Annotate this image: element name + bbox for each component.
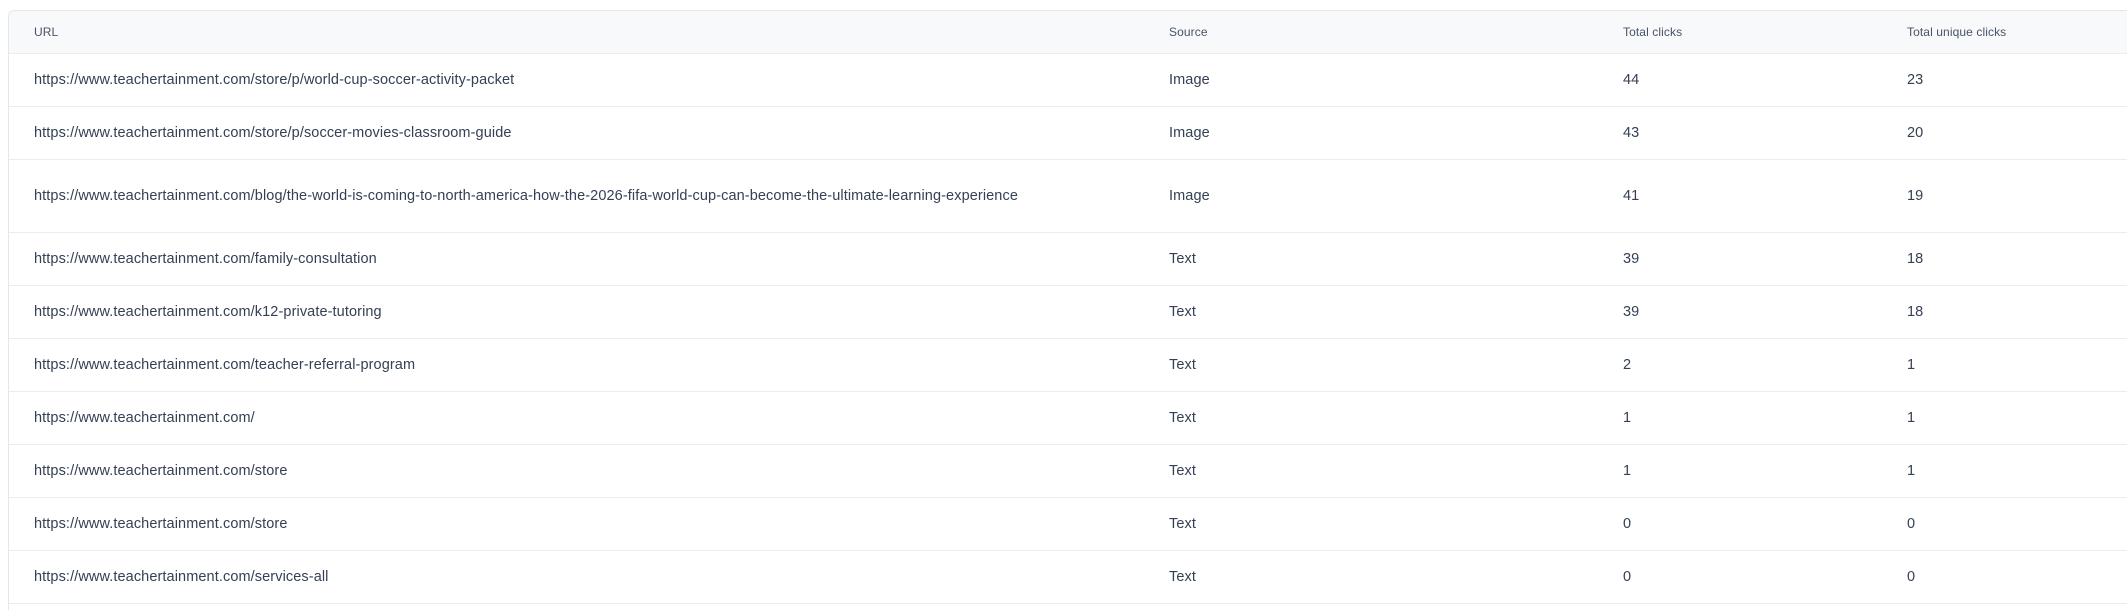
table-row: https://www.teachertainment.com/store Te… bbox=[9, 498, 2127, 551]
source-cell: Text bbox=[1169, 251, 1196, 267]
url-link[interactable]: https://www.teachertainment.com/blog/the… bbox=[34, 188, 1018, 204]
source-cell: Image bbox=[1169, 188, 1210, 204]
table-row: https://www.teachertainment.com/ Text 1 … bbox=[9, 392, 2127, 445]
table-row: https://www.teachertainment.com/family-c… bbox=[9, 233, 2127, 286]
url-link[interactable]: https://www.teachertainment.com/store bbox=[34, 463, 288, 479]
total-unique-clicks-cell: 0 bbox=[1907, 516, 1916, 532]
url-link[interactable]: https://www.teachertainment.com/teacher-… bbox=[34, 357, 415, 373]
source-cell: Image bbox=[1169, 72, 1210, 88]
total-clicks-cell: 0 bbox=[1623, 569, 1632, 585]
total-unique-clicks-cell: 0 bbox=[1907, 569, 1916, 585]
total-clicks-cell: 41 bbox=[1623, 188, 1640, 204]
url-link[interactable]: https://www.teachertainment.com/k12-priv… bbox=[34, 304, 382, 320]
source-cell: Text bbox=[1169, 357, 1196, 373]
total-clicks-cell: 39 bbox=[1623, 304, 1640, 320]
url-link[interactable]: https://www.teachertainment.com/store bbox=[34, 516, 288, 532]
total-unique-clicks-cell: 1 bbox=[1907, 463, 1916, 479]
total-unique-clicks-cell: 18 bbox=[1907, 251, 1924, 267]
total-clicks-cell: 1 bbox=[1623, 410, 1632, 426]
column-header-url[interactable]: URL bbox=[9, 22, 1144, 42]
table-row: https://www.teachertainment.com/store/p/… bbox=[9, 54, 2127, 107]
link-clicks-table: URL Source Total clicks Total unique cli… bbox=[8, 10, 2127, 610]
table-row: https://www.teachertainment.com/store/p/… bbox=[9, 107, 2127, 160]
total-unique-clicks-cell: 23 bbox=[1907, 72, 1924, 88]
source-cell: Image bbox=[1169, 125, 1210, 141]
total-clicks-cell: 1 bbox=[1623, 463, 1632, 479]
table-row: https://www.teachertainment.com/k12-priv… bbox=[9, 286, 2127, 339]
source-cell: Text bbox=[1169, 410, 1196, 426]
total-unique-clicks-cell: 1 bbox=[1907, 410, 1916, 426]
table-row: https://www.teachertainment.com/services… bbox=[9, 551, 2127, 604]
total-clicks-cell: 44 bbox=[1623, 72, 1640, 88]
table-header-row: URL Source Total clicks Total unique cli… bbox=[9, 11, 2127, 54]
total-clicks-cell: 2 bbox=[1623, 357, 1632, 373]
source-cell: Text bbox=[1169, 516, 1196, 532]
source-cell: Text bbox=[1169, 569, 1196, 585]
url-link[interactable]: https://www.teachertainment.com/store/p/… bbox=[34, 125, 512, 141]
total-clicks-cell: 39 bbox=[1623, 251, 1640, 267]
column-header-source[interactable]: Source bbox=[1144, 22, 1598, 42]
table-row: https://www.teachertainment.com/store Te… bbox=[9, 445, 2127, 498]
total-unique-clicks-cell: 18 bbox=[1907, 304, 1924, 320]
url-link[interactable]: https://www.teachertainment.com/family-c… bbox=[34, 251, 377, 267]
url-link[interactable]: https://www.teachertainment.com/ bbox=[34, 410, 255, 426]
total-unique-clicks-cell: 20 bbox=[1907, 125, 1924, 141]
url-link[interactable]: https://www.teachertainment.com/store/p/… bbox=[34, 72, 514, 88]
column-header-total-clicks[interactable]: Total clicks bbox=[1598, 22, 1882, 42]
column-header-total-unique-clicks[interactable]: Total unique clicks bbox=[1882, 22, 2127, 42]
table-row: https://www.teachertainment.com/blog/the… bbox=[9, 160, 2127, 233]
source-cell: Text bbox=[1169, 304, 1196, 320]
total-unique-clicks-cell: 19 bbox=[1907, 188, 1924, 204]
url-link[interactable]: https://www.teachertainment.com/services… bbox=[34, 569, 329, 585]
total-clicks-cell: 0 bbox=[1623, 516, 1632, 532]
table-row: https://www.teachertainment.com/teacher-… bbox=[9, 339, 2127, 392]
total-clicks-cell: 43 bbox=[1623, 125, 1640, 141]
source-cell: Text bbox=[1169, 463, 1196, 479]
total-unique-clicks-cell: 1 bbox=[1907, 357, 1916, 373]
